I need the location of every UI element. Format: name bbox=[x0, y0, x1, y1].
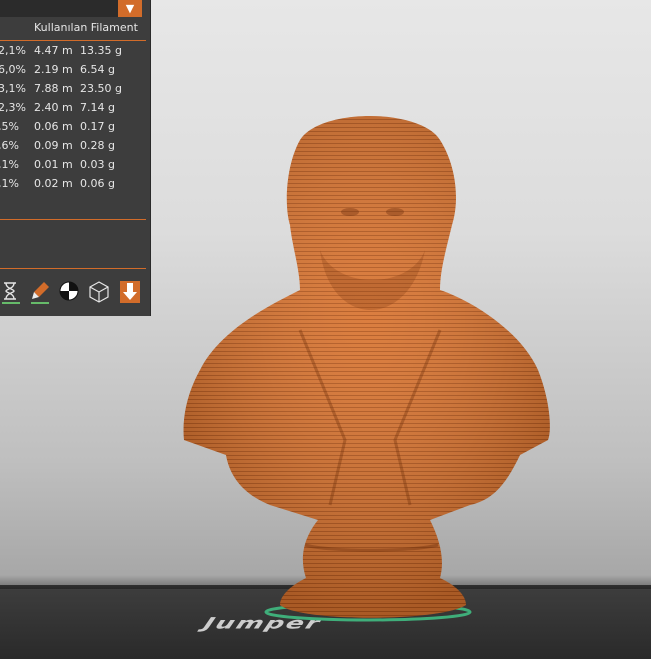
table-row: ,1% 0.02 m 0.06 g bbox=[0, 174, 150, 193]
row-weight: 0.03 g bbox=[80, 158, 115, 171]
eye-left bbox=[341, 208, 359, 216]
section-divider bbox=[0, 219, 146, 220]
row-length: 2.40 m bbox=[34, 101, 73, 114]
row-percent: ,1% bbox=[0, 158, 19, 171]
row-percent: 3,1% bbox=[0, 82, 26, 95]
column-header-filament-used: Kullanılan Filament bbox=[34, 21, 138, 34]
half-circle-icon[interactable] bbox=[58, 280, 80, 304]
row-length: 4.47 m bbox=[34, 44, 73, 57]
wireframe-cube-icon[interactable] bbox=[88, 280, 110, 304]
table-row: 2,1% 4.47 m 13.35 g bbox=[0, 41, 150, 60]
row-percent: ,1% bbox=[0, 177, 19, 190]
download-arrow-icon[interactable] bbox=[119, 280, 141, 304]
filament-usage-panel: ▼ Kullanılan Filament 2,1% 4.47 m 13.35 g … bbox=[0, 0, 151, 316]
row-weight: 0.28 g bbox=[80, 139, 115, 152]
table-row: 3,1% 7.88 m 23.50 g bbox=[0, 79, 150, 98]
toolbar-divider bbox=[0, 268, 146, 269]
row-percent: 2,3% bbox=[0, 101, 26, 114]
row-percent: 6,0% bbox=[0, 63, 26, 76]
table-row: 6,0% 2.19 m 6.54 g bbox=[0, 60, 150, 79]
hourglass-active-indicator bbox=[2, 302, 20, 304]
row-percent: 2,1% bbox=[0, 44, 26, 57]
row-weight: 7.14 g bbox=[80, 101, 115, 114]
dropdown-button[interactable]: ▼ bbox=[118, 0, 142, 17]
row-length: 0.02 m bbox=[34, 177, 73, 190]
filament-table: 2,1% 4.47 m 13.35 g 6,0% 2.19 m 6.54 g 3,1% 7… bbox=[0, 41, 150, 193]
row-weight: 13.35 g bbox=[80, 44, 122, 57]
row-weight: 6.54 g bbox=[80, 63, 115, 76]
row-weight: 23.50 g bbox=[80, 82, 122, 95]
table-row: ,6% 0.09 m 0.28 g bbox=[0, 136, 150, 155]
row-length: 2.19 m bbox=[34, 63, 73, 76]
eye-right bbox=[386, 208, 404, 216]
row-length: 0.01 m bbox=[34, 158, 73, 171]
row-weight: 0.06 g bbox=[80, 177, 115, 190]
row-length: 7.88 m bbox=[34, 82, 73, 95]
row-length: 0.06 m bbox=[34, 120, 73, 133]
row-percent: ,5% bbox=[0, 120, 19, 133]
paint-active-indicator bbox=[31, 302, 49, 304]
view-toolbar bbox=[0, 278, 150, 306]
paint-brush-icon[interactable] bbox=[29, 280, 51, 304]
table-row: 2,3% 2.40 m 7.14 g bbox=[0, 98, 150, 117]
hourglass-icon[interactable] bbox=[0, 280, 22, 304]
table-row: ,1% 0.01 m 0.03 g bbox=[0, 155, 150, 174]
row-length: 0.09 m bbox=[34, 139, 73, 152]
row-weight: 0.17 g bbox=[80, 120, 115, 133]
table-row: ,5% 0.06 m 0.17 g bbox=[0, 117, 150, 136]
row-percent: ,6% bbox=[0, 139, 19, 152]
